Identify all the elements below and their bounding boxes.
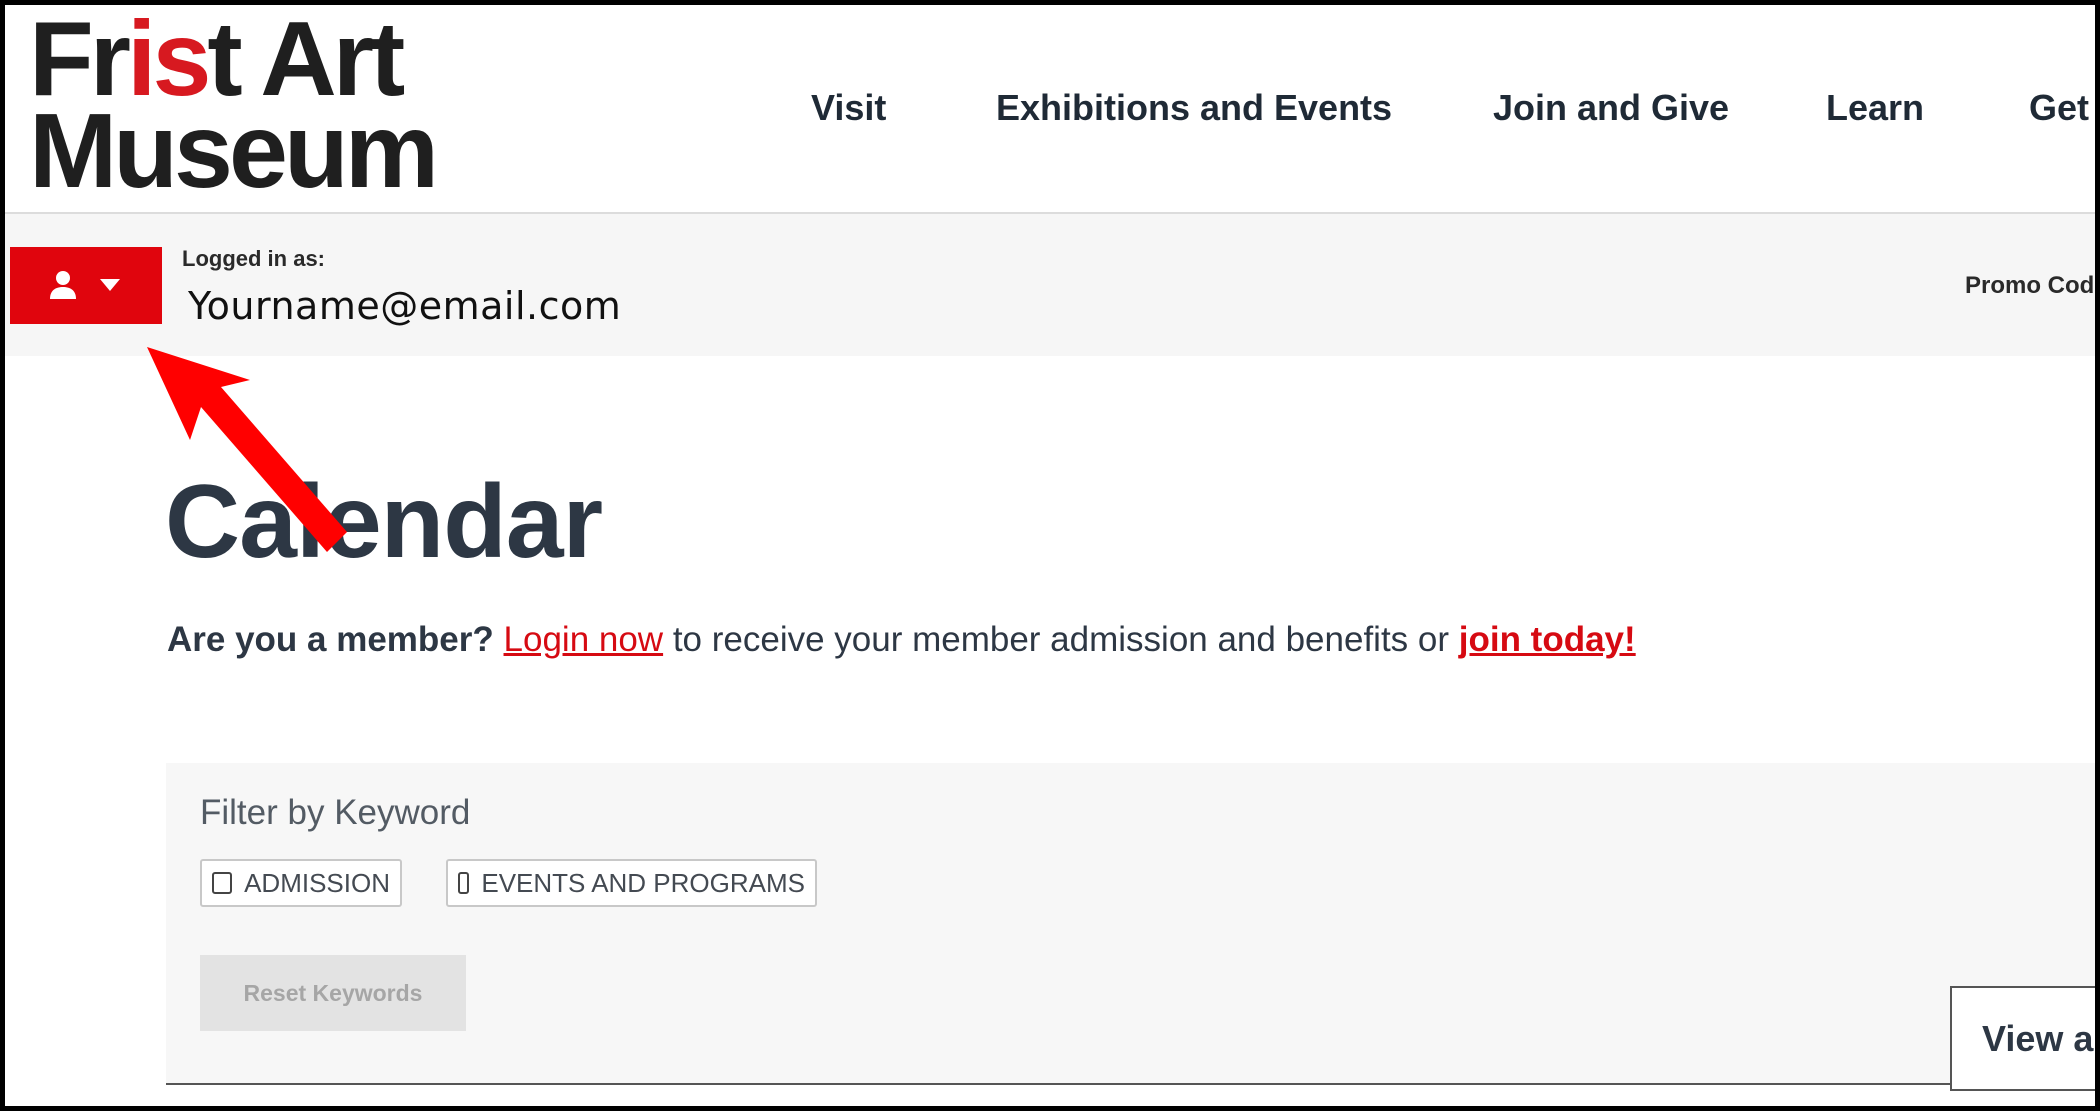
logged-in-email: Yourname@email.com [188, 284, 622, 328]
filter-option-events-and-programs[interactable]: EVENTS AND PROGRAMS [446, 859, 817, 907]
nav-item-get[interactable]: Get [2029, 87, 2089, 129]
login-now-link[interactable]: Login now [504, 620, 664, 659]
filter-option-label: ADMISSION [244, 867, 390, 898]
logged-in-label: Logged in as: [182, 246, 325, 271]
frist-art-museum-logo[interactable]: Frist Art Museum [29, 6, 439, 210]
member-question: Are you a member? [167, 620, 494, 659]
nav-item-visit[interactable]: Visit [811, 87, 886, 129]
promo-code-link[interactable]: Promo Code [1965, 272, 2095, 300]
checkbox-icon[interactable] [212, 872, 233, 894]
view-all-button[interactable]: View all [1950, 986, 2095, 1091]
keyword-filter-panel: Filter by Keyword ADMISSION EVENTS AND P… [166, 763, 2095, 1085]
nav-item-exhibitions-and-events[interactable]: Exhibitions and Events [996, 87, 1392, 129]
filter-option-label: EVENTS AND PROGRAMS [481, 867, 805, 898]
filter-option-admission[interactable]: ADMISSION [200, 859, 402, 907]
nav-item-learn[interactable]: Learn [1826, 87, 1924, 129]
caret-down-icon [100, 279, 120, 291]
member-prompt-text: to receive your member admission and ben… [663, 620, 1459, 659]
member-prompt: Are you a member? Login now to receive y… [167, 620, 1636, 660]
filter-title: Filter by Keyword [200, 793, 471, 832]
nav-item-join-and-give[interactable]: Join and Give [1493, 87, 1729, 129]
reset-keywords-button[interactable]: Reset Keywords [200, 955, 466, 1031]
join-today-link[interactable]: join today! [1459, 620, 1636, 659]
site-header: Frist Art Museum Visit Exhibitions and E… [5, 5, 2095, 214]
page-title: Calendar [165, 464, 603, 580]
account-bar: Logged in as: Yourname@email.com Promo C… [5, 214, 2095, 356]
account-menu-button[interactable] [10, 247, 162, 324]
logo-line-2: Museum [29, 92, 439, 210]
browser-viewport: Frist Art Museum Visit Exhibitions and E… [0, 0, 2100, 1111]
checkbox-icon[interactable] [458, 872, 470, 894]
user-icon [50, 271, 76, 299]
